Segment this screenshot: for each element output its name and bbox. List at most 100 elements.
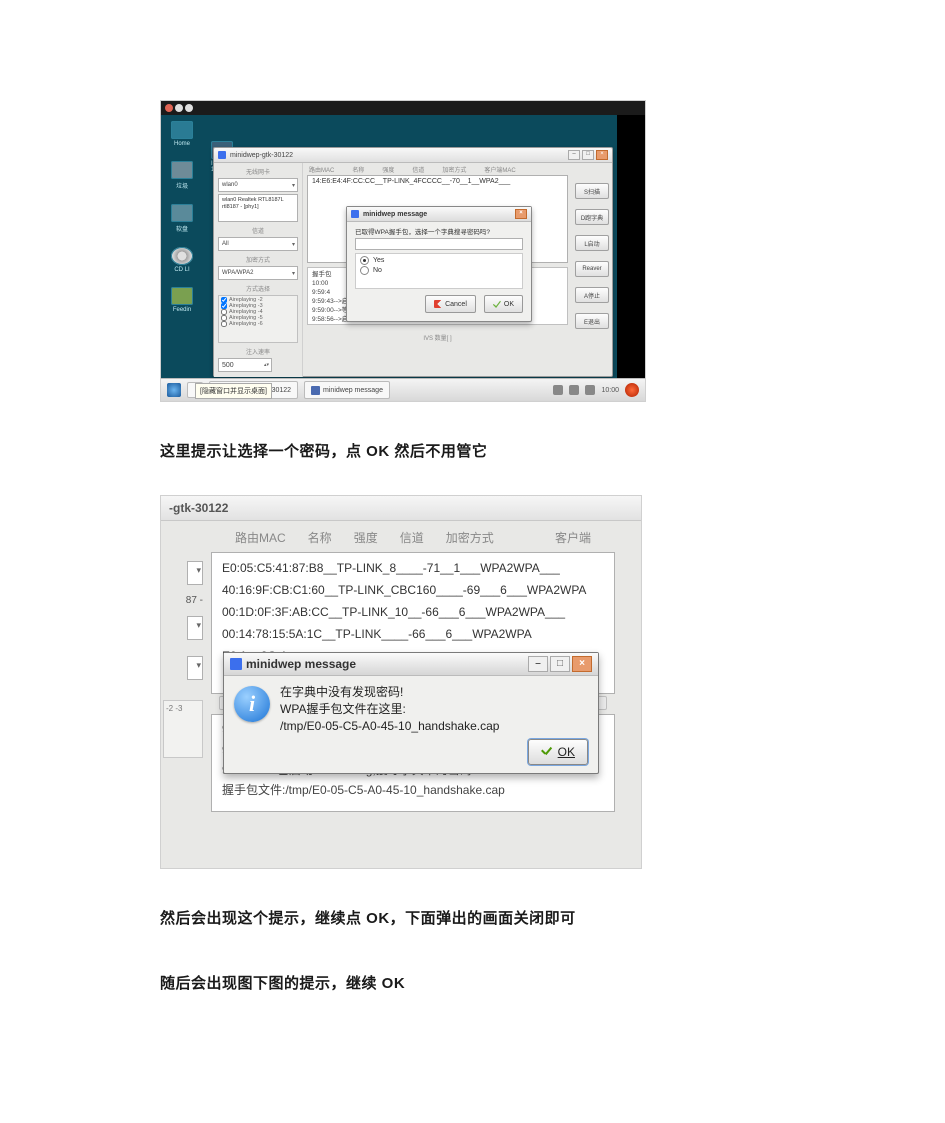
mode-list-crop[interactable]: -2 -3	[163, 700, 203, 758]
section-label: 无线网卡	[218, 167, 298, 176]
icon-label: 垃圾	[176, 181, 188, 190]
dialog-icon	[351, 210, 359, 218]
rate-spinner[interactable]: 500	[218, 358, 272, 372]
close-button[interactable]: ×	[596, 150, 608, 160]
close-button[interactable]: ×	[572, 656, 592, 672]
channel-combo[interactable]: All	[218, 237, 298, 251]
network-row[interactable]: 14:E6:E4:4F:CC:CC__TP-LINK_4FCCCC__-70__…	[312, 178, 563, 185]
dict-button[interactable]: D跑字典	[575, 209, 609, 225]
column-headers: 路由MAC 名称 强度 信道 加密方式 客户端	[209, 521, 617, 552]
combo-crop[interactable]	[187, 656, 203, 680]
minimize-button[interactable]: –	[568, 150, 580, 160]
taskbar-tooltip: [隐藏窗口并显示桌面]	[195, 383, 272, 399]
combo-value: WPA/WPA2	[222, 270, 253, 276]
minimize-button[interactable]: –	[528, 656, 548, 672]
cancel-button[interactable]: Cancel	[425, 295, 476, 313]
combo-crop[interactable]	[187, 561, 203, 585]
col-name: 名称	[308, 529, 332, 546]
icon-label: 软盘	[176, 224, 188, 233]
caption-3: 随后会出现图下图的提示，继续 OK	[160, 972, 945, 993]
desktop-feed-icon[interactable]: Feedin	[171, 287, 193, 313]
radio-icon	[360, 256, 369, 265]
section-label: 方式选择	[218, 284, 298, 293]
adapter-combo[interactable]: wlan0	[218, 178, 298, 192]
log-line: 握手包	[312, 271, 332, 278]
col-client: 客户端	[555, 529, 591, 546]
clock: 10:00	[601, 387, 619, 394]
maximize-button[interactable]: □	[550, 656, 570, 672]
reaver-button[interactable]: Reaver	[575, 261, 609, 277]
info-icon: i	[234, 686, 270, 722]
scan-button[interactable]: S扫描	[575, 183, 609, 199]
network-row[interactable]: 00:14:78:15:5A:1C__TP-LINK____-66___6___…	[222, 623, 604, 645]
dialog-icon	[230, 658, 242, 670]
volume-icon[interactable]	[553, 385, 563, 395]
caption-1: 这里提示让选择一个密码，点 OK 然后不用管它	[160, 440, 945, 461]
column-headers: 路由MAC 名称 强度 信道 加密方式 客户端MAC	[303, 163, 572, 175]
radio-label: No	[373, 267, 382, 274]
mode-checklist[interactable]: Aireplaying -2 Aireplaying -3 Aireplayin…	[218, 295, 298, 343]
spinner-value: 500	[222, 362, 234, 369]
desktop-disk-icon[interactable]: 软盘	[171, 204, 193, 233]
task-icon	[311, 386, 320, 395]
vm-btn-icon	[185, 104, 193, 112]
minidwep-window: minidwep-gtk-30122 – □ × 无线网卡 wlan0 wlan…	[213, 147, 613, 377]
start-button[interactable]	[167, 383, 181, 397]
window-titlebar[interactable]: minidwep-gtk-30122 – □ ×	[214, 148, 612, 163]
power-button[interactable]	[625, 383, 639, 397]
dialog-text-input[interactable]	[355, 238, 523, 250]
col-enc: 加密方式	[442, 165, 466, 174]
radio-yes[interactable]: Yes	[360, 256, 518, 265]
display-icon[interactable]	[569, 385, 579, 395]
screenshot-2: -gtk-30122 87 - -2 -3 路由MAC 名称 强度	[160, 495, 642, 869]
system-tray: 10:00	[553, 383, 639, 397]
app-icon	[218, 151, 226, 159]
radio-no[interactable]: No	[360, 266, 518, 275]
footer-bar: IVS 数量[ ]	[303, 329, 572, 345]
black-letterbox	[617, 115, 645, 379]
dialog-close-button[interactable]: ×	[515, 209, 527, 219]
msg-line: /tmp/E0-05-C5-A0-45-10_handshake.cap	[280, 718, 499, 735]
col-channel: 信道	[400, 529, 424, 546]
message-dialog: minidwep message × 已取得WPA握手包，选择一个字典搜寻密码吗…	[346, 206, 532, 322]
col-channel: 信道	[412, 165, 424, 174]
desktop-home-icon[interactable]: Home	[171, 121, 193, 147]
maximize-button[interactable]: □	[582, 150, 594, 160]
launch-button[interactable]: L启动	[575, 235, 609, 251]
desktop-cd-icon[interactable]: CD LI	[171, 247, 193, 273]
ok-button[interactable]: OK	[484, 295, 523, 313]
log-line: 握手包文件:/tmp/E0-05-C5-A0-45-10_handshake.c…	[222, 780, 604, 800]
ivs-label: IVS 数量[ ]	[423, 333, 451, 342]
ok-icon	[541, 746, 553, 758]
dialog-question: 已取得WPA握手包，选择一个字典搜寻密码吗?	[355, 226, 523, 236]
section-label: 信道	[218, 226, 298, 235]
exit-button[interactable]: E退出	[575, 313, 609, 329]
window-titlebar[interactable]: -gtk-30122	[161, 496, 641, 521]
log-line: 9:59:4	[312, 289, 330, 296]
adapter-info: wlan0 Realtek RTL8187L rtl8187 - [phy1]	[218, 194, 298, 222]
network-row[interactable]: 00:1D:0F:3F:AB:CC__TP-LINK_10__-66___6__…	[222, 601, 604, 623]
left-panel-crop: 87 - -2 -3	[161, 521, 207, 868]
network-row[interactable]: E0:05:C5:41:87:B8__TP-LINK_8____-71__1__…	[222, 557, 604, 579]
vm-btn-icon	[175, 104, 183, 112]
dialog-title: minidwep message	[246, 657, 356, 671]
col-enc: 加密方式	[446, 529, 494, 546]
desktop-trash-icon[interactable]: 垃圾	[171, 161, 193, 190]
network-icon[interactable]	[585, 385, 595, 395]
mode-checkbox[interactable]	[221, 321, 227, 327]
taskbar-item[interactable]: minidwep message	[304, 381, 390, 399]
vm-close-icon	[165, 104, 173, 112]
msg-line: 在字典中没有发现密码!	[280, 684, 499, 701]
dialog-titlebar[interactable]: minidwep message – □ ×	[224, 653, 598, 676]
msg-line: WPA握手包文件在这里:	[280, 701, 499, 718]
combo-crop[interactable]	[187, 616, 203, 640]
col-signal: 强度	[382, 165, 394, 174]
stop-button[interactable]: A停止	[575, 287, 609, 303]
encryption-combo[interactable]: WPA/WPA2	[218, 266, 298, 280]
caption-2: 然后会出现这个提示，继续点 OK，下面弹出的画面关闭即可	[160, 907, 945, 928]
task-label: minidwep message	[323, 387, 383, 394]
section-label: 加密方式	[218, 255, 298, 264]
ok-button[interactable]: OK	[528, 739, 588, 765]
dialog-titlebar[interactable]: minidwep message ×	[347, 207, 531, 222]
network-row[interactable]: 40:16:9F:CB:C1:60__TP-LINK_CBC160____-69…	[222, 579, 604, 601]
